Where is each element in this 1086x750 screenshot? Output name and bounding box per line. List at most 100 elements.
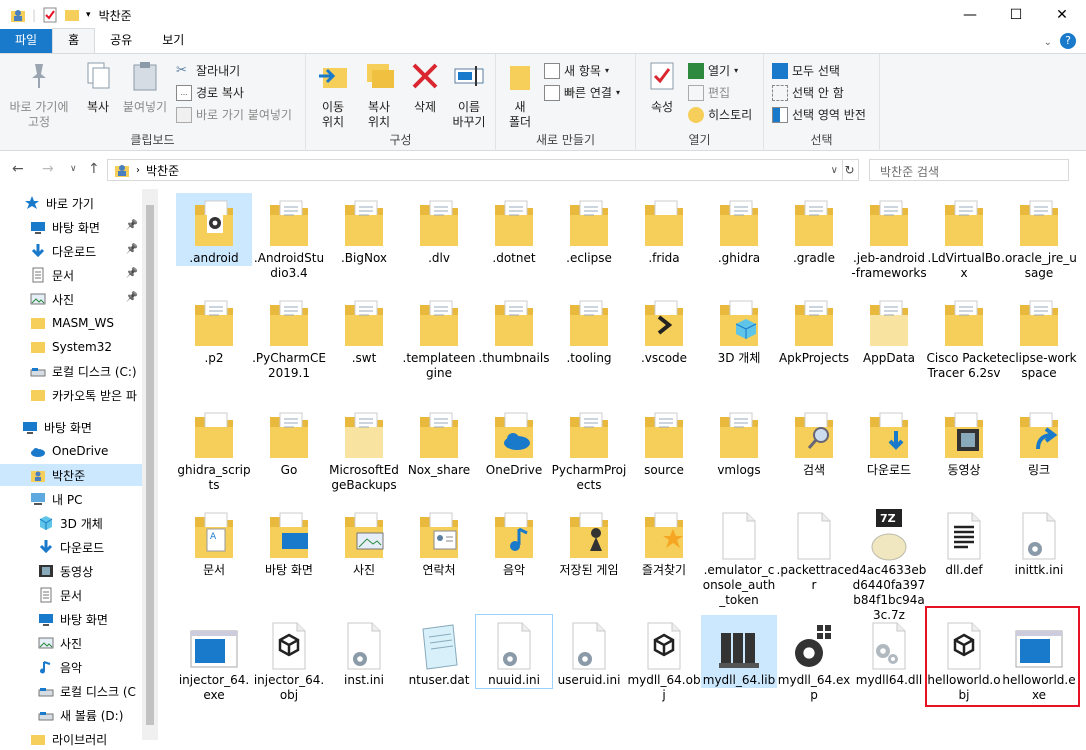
file-item[interactable]: ApkProjects (776, 293, 852, 366)
file-item[interactable]: .dlv (401, 193, 477, 266)
tab-home[interactable]: 홈 (52, 28, 96, 53)
nav-item[interactable]: 바탕 화면 📌 (0, 216, 142, 238)
file-item[interactable]: .vscode (626, 293, 702, 366)
file-item[interactable]: mydll_64.obj (626, 615, 702, 703)
new-item-button[interactable]: 새 항목 ▾ (544, 62, 609, 79)
file-item[interactable]: .eclipse (551, 193, 627, 266)
nav-item[interactable]: 다운로드 (0, 536, 142, 558)
nav-item[interactable]: 사진 (0, 632, 142, 654)
file-item[interactable]: .BigNox (326, 193, 402, 266)
file-item[interactable]: nuuid.ini (475, 614, 553, 689)
breadcrumb[interactable]: 박찬준 (146, 162, 179, 179)
address-bar[interactable]: › 박찬준 ∨ (107, 159, 843, 181)
file-item[interactable]: .packettracer (776, 505, 852, 593)
back-arrow-icon[interactable]: ← (12, 161, 24, 177)
file-item[interactable]: mydll64.dll (851, 615, 927, 688)
file-item[interactable]: dll.def (926, 505, 1002, 578)
file-item[interactable]: inittk.ini (1001, 505, 1077, 578)
select-all-button[interactable]: 모두 선택 (772, 62, 840, 79)
file-item[interactable]: Nox_share (401, 405, 477, 478)
nav-item[interactable]: 사진 📌 (0, 288, 142, 310)
file-item[interactable]: .p2 (176, 293, 252, 366)
file-item[interactable]: Cisco Packet Tracer 6.2sv (926, 293, 1002, 381)
file-item[interactable]: MicrosoftEdgeBackups (326, 405, 402, 493)
file-item[interactable]: 동영상 (926, 405, 1002, 478)
properties-quick-icon[interactable] (42, 7, 58, 23)
nav-item[interactable]: 새 볼륨 (D:) (0, 704, 142, 726)
rename-button[interactable]: 이름 바꾸기 (446, 60, 492, 130)
file-item[interactable]: 3D 개체 (701, 293, 777, 366)
file-item[interactable]: .LdVirtualBox (926, 193, 1002, 281)
file-item[interactable]: .AndroidStudio3.4 (251, 193, 327, 281)
file-item[interactable]: A 문서 (176, 505, 252, 578)
file-item[interactable]: source (626, 405, 702, 478)
file-item[interactable]: .PyCharmCE2019.1 (251, 293, 327, 381)
file-item[interactable]: useruid.ini (551, 615, 627, 688)
nav-item[interactable]: 문서 (0, 584, 142, 606)
tab-share[interactable]: 공유 (95, 29, 147, 53)
properties-button[interactable]: 속성 (642, 60, 682, 115)
pin-quick-access-button[interactable]: 바로 가기에 고정 (6, 60, 72, 130)
minimize-button[interactable]: — (947, 0, 993, 30)
file-item[interactable]: 음악 (476, 505, 552, 578)
help-icon[interactable]: ? (1060, 33, 1076, 49)
history-button[interactable]: 히스토리 (688, 106, 752, 123)
nav-item[interactable]: System32 (0, 336, 142, 358)
nav-item[interactable]: 로컬 디스크 (C (0, 680, 142, 702)
file-item[interactable]: 바탕 화면 (251, 505, 327, 578)
up-arrow-icon[interactable]: ↑ (88, 161, 100, 177)
file-item[interactable]: ghidra_scripts (176, 405, 252, 493)
new-folder-button[interactable]: 새 폴더 (502, 60, 538, 130)
file-item[interactable]: 사진 (326, 505, 402, 578)
file-item[interactable]: .dotnet (476, 193, 552, 266)
nav-item[interactable]: 문서 📌 (0, 264, 142, 286)
refresh-button[interactable]: ↻ (841, 159, 859, 181)
file-item[interactable]: .thumbnails (476, 293, 552, 366)
nav-item[interactable]: 박찬준 (0, 464, 142, 486)
select-none-button[interactable]: 선택 안 함 (772, 84, 844, 101)
file-item[interactable]: 즐겨찾기 (626, 505, 702, 578)
nav-item[interactable]: 동영상 (0, 560, 142, 582)
open-button[interactable]: 열기 ▾ (688, 62, 738, 79)
file-item[interactable]: AppData (851, 293, 927, 366)
new-folder-quick-icon[interactable] (64, 7, 80, 23)
paste-shortcut-button[interactable]: 바로 가기 붙여넣기 (176, 106, 292, 123)
invert-selection-button[interactable]: 선택 영역 반전 (772, 106, 866, 123)
file-item[interactable]: Go (251, 405, 327, 478)
nav-item[interactable]: 로컬 디스크 (C:) (0, 360, 142, 382)
file-item[interactable]: 7Z d4ac4633ebd6440fa397b84f1bc94a3c.7z (851, 505, 927, 623)
maximize-button[interactable]: ☐ (993, 0, 1039, 30)
file-item[interactable]: .android (176, 193, 252, 266)
recent-chevron-icon[interactable]: ∨ (70, 164, 77, 174)
close-button[interactable]: ✕ (1039, 0, 1085, 30)
nav-item[interactable]: 카카오톡 받은 파 (0, 384, 142, 406)
paste-button[interactable]: 붙여넣기 (120, 60, 170, 115)
tab-file[interactable]: 파일 (0, 29, 53, 53)
cut-button[interactable]: ✂ 잘라내기 (176, 62, 240, 79)
address-dropdown-icon[interactable]: ∨ (831, 165, 838, 176)
file-item[interactable]: vmlogs (701, 405, 777, 478)
search-input[interactable]: 박찬준 검색 (869, 159, 1069, 181)
nav-item[interactable]: 바탕 화면 (0, 416, 142, 438)
nav-item[interactable]: MASM_WS (0, 312, 142, 334)
nav-item[interactable]: OneDrive (0, 440, 142, 462)
file-item[interactable]: 연락처 (401, 505, 477, 578)
nav-item[interactable]: 바탕 화면 (0, 608, 142, 630)
file-item[interactable]: .templateengine (401, 293, 477, 381)
file-item[interactable]: 검색 (776, 405, 852, 478)
file-item[interactable]: 저장된 게임 (551, 505, 627, 578)
file-item[interactable]: 링크 (1001, 405, 1077, 478)
file-item[interactable]: PycharmProjects (551, 405, 627, 493)
file-item[interactable]: injector_64.obj (251, 615, 327, 703)
file-item[interactable]: mydll_64.exp (776, 615, 852, 703)
file-item[interactable]: eclipse-workspace (1001, 293, 1077, 381)
file-item[interactable]: .gradle (776, 193, 852, 266)
file-item[interactable]: injector_64.exe (176, 615, 252, 703)
file-item[interactable]: .emulator_console_auth_token (701, 505, 777, 608)
nav-item[interactable]: 바로 가기 (0, 192, 142, 214)
file-item[interactable]: mydll_64.lib (701, 615, 777, 688)
nav-item[interactable]: 3D 개체 (0, 512, 142, 534)
nav-item[interactable]: 라이브러리 (0, 728, 142, 750)
copy-path-button[interactable]: ... 경로 복사 (176, 84, 244, 101)
file-item[interactable]: ntuser.dat (401, 615, 477, 688)
